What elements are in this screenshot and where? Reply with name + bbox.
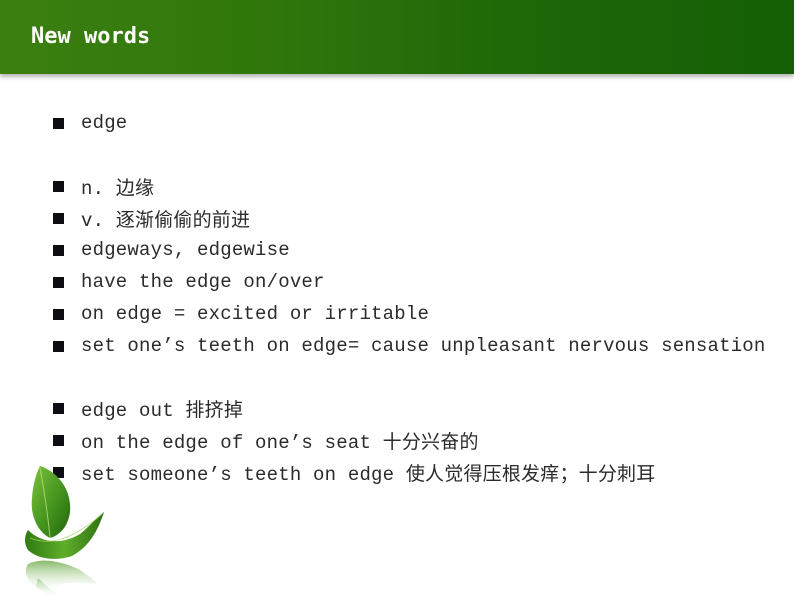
list-item-text: on the edge of one’s seat 十分兴奋的 [81, 431, 479, 454]
list-item-text: n. 边缘 [81, 177, 155, 200]
list-item: on the edge of one’s seat 十分兴奋的 [53, 425, 479, 455]
list-item-text: edge [81, 112, 128, 134]
square-bullet-icon [53, 402, 64, 414]
list-item: on edge = excited or irritable [53, 299, 429, 329]
list-item-text: v. 逐渐偷偷的前进 [81, 209, 251, 232]
list-item: edge [53, 108, 127, 138]
square-bullet-icon [53, 308, 64, 320]
square-bullet-icon [53, 434, 64, 446]
list-item-text: set someone’s teeth on edge 使人觉得压根发痒；十分刺… [81, 463, 656, 486]
slide-title: New words [31, 24, 151, 49]
list-item: have the edge on/over [53, 267, 325, 297]
list-item-text: set one’s teeth on edge= cause unpleasan… [81, 335, 766, 357]
upper-leaf [31, 466, 71, 538]
square-bullet-icon [53, 212, 64, 224]
square-bullet-icon [53, 244, 64, 256]
list-item: set one’s teeth on edge= cause unpleasan… [53, 331, 766, 361]
square-bullet-icon [53, 340, 64, 352]
title-banner: New words [0, 0, 794, 74]
list-item: set someone’s teeth on edge 使人觉得压根发痒；十分刺… [53, 457, 655, 487]
list-item-text: edgeways, edgewise [81, 239, 290, 261]
list-item: edge out 排挤掉 [53, 393, 243, 423]
list-item-text: on edge = excited or irritable [81, 303, 430, 325]
leaf-icon [25, 466, 104, 596]
square-bullet-icon [53, 180, 64, 192]
square-bullet-icon [53, 276, 64, 288]
square-bullet-icon [53, 117, 64, 129]
list-item-text: have the edge on/over [81, 271, 325, 293]
list-item-text: edge out 排挤掉 [81, 399, 244, 422]
list-item: v. 逐渐偷偷的前进 [53, 203, 250, 233]
list-item: n. 边缘 [53, 171, 154, 201]
list-item: edgeways, edgewise [53, 235, 290, 265]
